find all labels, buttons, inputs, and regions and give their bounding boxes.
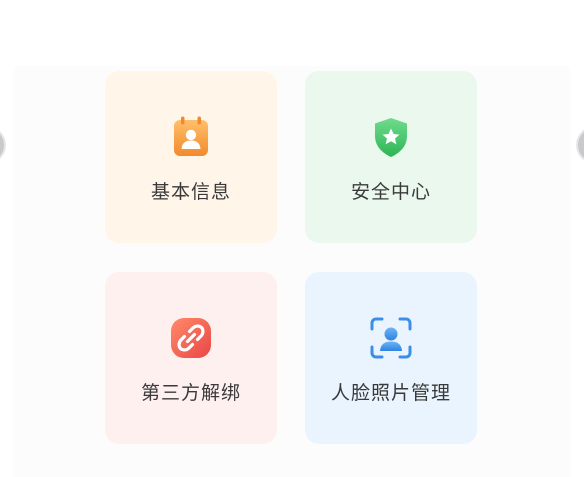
basic-info-card[interactable]: 基本信息 <box>105 71 277 243</box>
scroll-left-handle[interactable] <box>0 126 6 164</box>
unlink-icon <box>171 318 211 358</box>
content-panel <box>14 66 570 477</box>
screen: 基本信息 安全中心 第三方解绑 人脸照片管理 <box>0 0 584 477</box>
security-center-card[interactable]: 安全中心 <box>305 71 477 243</box>
id-card-icon <box>174 116 208 156</box>
security-center-label: 安全中心 <box>350 181 431 203</box>
scroll-right-handle[interactable] <box>576 126 584 164</box>
basic-info-label: 基本信息 <box>150 181 231 203</box>
face-photo-management-card[interactable]: 人脸照片管理 <box>305 272 477 444</box>
third-party-unbind-card[interactable]: 第三方解绑 <box>105 272 277 444</box>
shield-star-icon <box>375 118 407 157</box>
face-scan-icon <box>370 317 412 359</box>
third-party-unbind-label: 第三方解绑 <box>140 382 241 404</box>
face-photo-management-label: 人脸照片管理 <box>330 382 451 404</box>
